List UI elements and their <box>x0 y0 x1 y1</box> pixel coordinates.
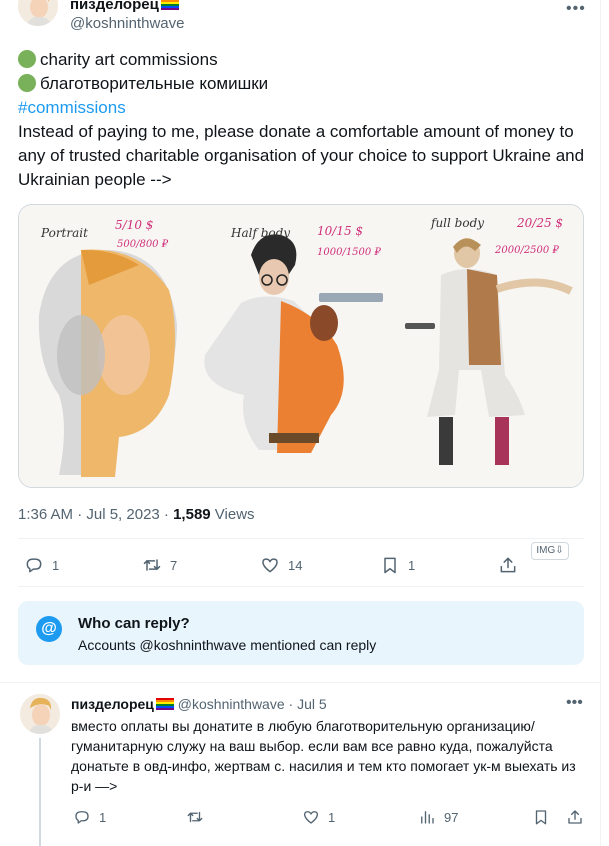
rainbow-flag-icon <box>155 698 174 710</box>
tweet-line-1-text: charity art commissions <box>40 50 218 69</box>
avatar[interactable] <box>20 694 60 734</box>
half-body-label: Half body <box>230 226 290 240</box>
reply-views-button[interactable]: 97 <box>418 808 458 826</box>
bookmark-icon <box>384 557 396 574</box>
portrait-price-usd: 5/10 $ <box>115 218 153 232</box>
share-button[interactable] <box>498 555 518 575</box>
tweet-text: charity art commissions благотворительны… <box>18 48 588 192</box>
tweet-media-image[interactable]: Portrait 5/10 $ 500/800 ₽ Half body 10/1… <box>18 204 584 488</box>
full-body-label: full body <box>430 216 484 230</box>
reply-reply-count: 1 <box>99 809 107 825</box>
tweet-line-4: Instead of paying to me, please donate a… <box>18 122 585 189</box>
commission-examples-illustration: Portrait 5/10 $ 500/800 ₽ Half body 10/1… <box>19 205 583 487</box>
reply-date[interactable]: · Jul 5 <box>289 696 327 712</box>
display-name-text: пизделорец <box>70 0 159 13</box>
at-sign-icon: @ <box>36 616 62 642</box>
bookmark-button[interactable]: 1 <box>380 555 415 575</box>
reply-text: вместо оплаты вы донатите в любую благот… <box>71 718 576 794</box>
reply-reply-button[interactable]: 1 <box>73 808 106 826</box>
reply-views-count: 97 <box>444 809 459 825</box>
who-can-reply-box: @ Who can reply? Accounts @koshninthwave… <box>18 601 584 665</box>
half-body-price-usd: 10/15 $ <box>317 224 363 238</box>
hashtag-commissions[interactable]: #commissions <box>18 96 588 120</box>
half-body-price-rub: 1000/1500 ₽ <box>317 247 381 258</box>
reply-like-count: 1 <box>328 809 336 825</box>
green-circle-icon <box>18 50 36 68</box>
rainbow-flag-icon <box>160 0 179 10</box>
tweet-line-2: благотворительные комишки <box>18 72 588 96</box>
green-circle-icon <box>18 74 36 92</box>
reply-header: пизделорец @koshninthwave · Jul 5 <box>71 696 327 712</box>
tweet-line-1: charity art commissions <box>18 48 588 72</box>
reply-display-name[interactable]: пизделорец <box>71 696 174 712</box>
tweet-timestamp[interactable]: 1:36 AM · Jul 5, 2023 · <box>18 506 173 523</box>
bookmark-icon <box>535 810 547 825</box>
bookmark-count: 1 <box>408 557 416 573</box>
more-options-icon[interactable]: ••• <box>566 0 586 18</box>
avatar[interactable] <box>18 0 58 26</box>
heart-icon <box>303 811 319 824</box>
full-body-price-rub: 2000/2500 ₽ <box>494 245 559 256</box>
reply-button[interactable]: 1 <box>24 555 59 575</box>
display-name[interactable]: пизделорец <box>70 0 179 13</box>
image-download-badge[interactable]: IMG⇩ <box>531 542 569 560</box>
like-button[interactable]: 14 <box>260 555 302 575</box>
share-icon <box>500 557 516 573</box>
divider <box>18 586 584 587</box>
reply-like-button[interactable]: 1 <box>302 808 335 826</box>
reply-icon <box>26 558 42 573</box>
reply-bookmark-button[interactable] <box>532 808 550 826</box>
reply-retweet-button[interactable] <box>186 808 212 826</box>
share-icon <box>568 810 582 824</box>
tweet-timestamp-views: 1:36 AM · Jul 5, 2023 · 1,589 Views <box>18 506 255 523</box>
retweet-icon <box>187 811 203 823</box>
portrait-price-rub: 500/800 ₽ <box>117 239 169 250</box>
heart-icon <box>262 558 278 573</box>
full-body-price-usd: 20/25 $ <box>516 216 563 230</box>
who-can-reply-title: Who can reply? <box>78 615 190 632</box>
portrait-label: Portrait <box>40 226 88 240</box>
retweet-icon <box>143 559 161 571</box>
reply-share-button[interactable] <box>566 808 584 826</box>
retweet-count: 7 <box>170 557 178 573</box>
who-can-reply-subtitle: Accounts @koshninthwave mentioned can re… <box>78 637 377 653</box>
reply-handle[interactable]: @koshninthwave <box>178 696 285 712</box>
tweet-detail-panel: пизделорец @koshninthwave ••• charity ar… <box>0 0 601 846</box>
views-count: 1,589 <box>173 506 211 523</box>
more-options-icon[interactable]: ••• <box>566 694 583 712</box>
reply-count: 1 <box>52 557 60 573</box>
views-label: Views <box>210 506 255 523</box>
user-handle[interactable]: @koshninthwave <box>70 15 184 32</box>
thread-line <box>39 738 41 846</box>
tweet-line-2-text: благотворительные комишки <box>40 74 269 93</box>
reply-tweet[interactable]: пизделорец @koshninthwave · Jul 5 ••• вм… <box>0 682 601 846</box>
reply-display-name-text: пизделорец <box>71 696 154 712</box>
reply-icon <box>75 811 89 824</box>
like-count: 14 <box>288 557 303 573</box>
divider <box>18 538 584 539</box>
retweet-button[interactable]: 7 <box>142 555 177 575</box>
analytics-icon <box>421 811 434 824</box>
tweet-header: пизделорец @koshninthwave ••• <box>18 0 588 36</box>
